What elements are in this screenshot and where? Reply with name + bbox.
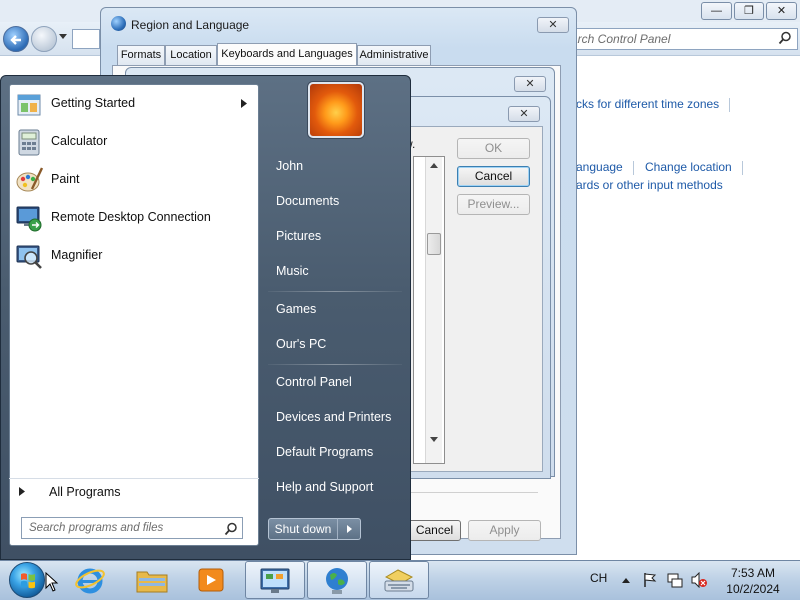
region-language-task-icon [326, 568, 348, 594]
internet-explorer-icon[interactable] [74, 564, 106, 596]
apply-button[interactable]: Apply [468, 520, 541, 541]
program-label: Magnifier [51, 248, 103, 262]
start-link-devices-printers[interactable]: Devices and Printers [276, 410, 391, 424]
search-icon[interactable] [224, 522, 238, 536]
recent-pages-dropdown-icon[interactable] [59, 34, 67, 39]
scroll-thumb[interactable] [427, 233, 441, 255]
change-location-link[interactable]: Change location [645, 160, 732, 174]
program-getting-started[interactable]: Getting Started [9, 86, 259, 122]
clock-date: 10/2/2024 [726, 582, 780, 596]
input-language-indicator[interactable]: CH [590, 571, 607, 585]
cancel-button[interactable]: Cancel [457, 166, 530, 187]
close-button[interactable]: ✕ [766, 2, 797, 20]
all-programs-arrow-icon [19, 487, 25, 496]
back-button[interactable] [3, 26, 29, 52]
change-language-link[interactable]: anguage [576, 160, 623, 174]
program-paint[interactable]: Paint [9, 162, 259, 198]
shutdown-options-button[interactable] [337, 518, 361, 540]
tab-formats[interactable]: Formats [117, 45, 165, 65]
dialog-close-button[interactable]: ✕ [508, 106, 540, 122]
start-button[interactable] [9, 562, 45, 598]
minimize-button[interactable]: — [701, 2, 732, 20]
paint-icon [16, 167, 44, 192]
start-link-control-panel[interactable]: Control Panel [276, 375, 352, 389]
action-center-flag-icon[interactable] [642, 572, 658, 588]
scroll-down-icon[interactable] [430, 437, 438, 443]
program-label: Getting Started [51, 96, 136, 110]
time-zones-link[interactable]: cks for different time zones [576, 97, 719, 111]
maximize-button[interactable]: ❐ [734, 2, 764, 20]
start-link-games[interactable]: Games [276, 302, 316, 316]
show-hidden-icons-icon[interactable] [622, 577, 630, 583]
program-label: Remote Desktop Connection [51, 210, 211, 224]
calculator-icon [18, 129, 40, 156]
windows-explorer-icon[interactable] [135, 565, 169, 595]
shutdown-button[interactable]: Shut down [268, 518, 338, 540]
back-arrow-icon [10, 35, 21, 45]
user-picture-avatar[interactable] [308, 82, 364, 138]
scroll-up-icon[interactable] [430, 162, 438, 168]
windows-logo-icon [21, 573, 35, 589]
dialog-close-button[interactable]: ✕ [537, 17, 569, 33]
globe-icon [111, 16, 126, 31]
ok-button[interactable]: OK [457, 138, 530, 159]
address-field[interactable] [72, 29, 100, 49]
clock[interactable]: 7:53 AM 10/2/2024 [718, 565, 788, 597]
tab-administrative[interactable]: Administrative [357, 45, 431, 65]
keyboard-task-icon [384, 569, 414, 592]
dialog-title: Region and Language [131, 18, 250, 32]
control-panel-task-icon [260, 568, 290, 593]
getting-started-icon [17, 94, 41, 116]
mouse-cursor-icon [45, 572, 59, 592]
tab-keyboards-languages[interactable]: Keyboards and Languages [217, 43, 357, 66]
preview-button[interactable]: Preview... [457, 194, 530, 215]
start-link-user[interactable]: John [276, 159, 303, 173]
forward-button[interactable] [31, 26, 57, 52]
volume-muted-icon[interactable] [690, 572, 708, 588]
remote-desktop-icon [16, 206, 42, 232]
start-link-computer[interactable]: Our's PC [276, 337, 326, 351]
start-link-documents[interactable]: Documents [276, 194, 339, 208]
program-magnifier[interactable]: Magnifier [9, 238, 259, 274]
chevron-right-icon [347, 525, 352, 533]
region-language-taskbar-button[interactable] [307, 561, 367, 599]
start-search-input[interactable]: Search programs and files [21, 517, 243, 539]
program-label: Calculator [51, 134, 108, 148]
menu-separator [268, 364, 402, 365]
program-label: Paint [51, 172, 80, 186]
control-panel-taskbar-button[interactable] [245, 561, 305, 599]
all-programs-label: All Programs [49, 485, 121, 499]
start-link-pictures[interactable]: Pictures [276, 229, 321, 243]
tab-location[interactable]: Location [165, 45, 217, 65]
all-programs-button[interactable]: All Programs [9, 478, 259, 504]
program-remote-desktop[interactable]: Remote Desktop Connection [9, 200, 259, 236]
keyboard-taskbar-button[interactable] [369, 561, 429, 599]
keyboards-input-methods-link[interactable]: ards or other input methods [576, 178, 723, 192]
media-player-icon[interactable] [197, 566, 225, 594]
submenu-arrow-icon [241, 99, 247, 108]
start-link-music[interactable]: Music [276, 264, 309, 278]
start-link-help-support[interactable]: Help and Support [276, 480, 373, 494]
list-scrollbar[interactable] [425, 157, 442, 463]
network-icon[interactable] [666, 572, 684, 588]
start-link-default-programs[interactable]: Default Programs [276, 445, 373, 459]
magnifier-icon [16, 245, 42, 269]
link-separator [742, 161, 743, 175]
clock-time: 7:53 AM [730, 566, 776, 580]
link-separator [729, 98, 730, 112]
search-input[interactable]: arch Control Panel [560, 28, 798, 50]
dialog-close-button[interactable]: ✕ [514, 76, 546, 92]
search-icon[interactable] [778, 31, 792, 45]
link-separator [633, 161, 634, 175]
menu-separator [268, 291, 402, 292]
cancel-button[interactable]: Cancel [408, 520, 461, 541]
program-calculator[interactable]: Calculator [9, 124, 259, 160]
